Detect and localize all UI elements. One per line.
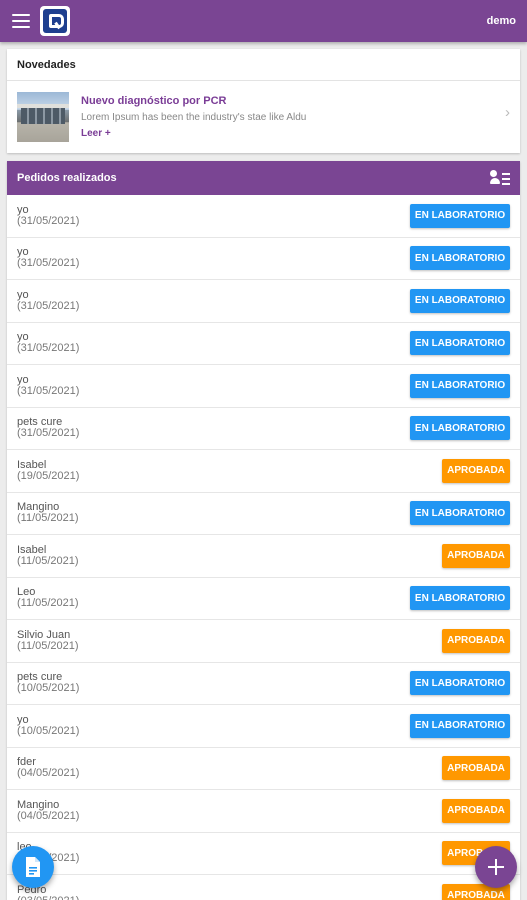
news-title: Nuevo diagnóstico por PCR <box>81 95 227 107</box>
read-more-link[interactable]: Leer + <box>81 128 481 139</box>
order-date: (19/05/2021) <box>17 469 80 482</box>
orders-list: yo (31/05/2021) EN LABORATORIO yo (31/05/202… <box>7 195 520 900</box>
user-name[interactable]: demo <box>487 15 516 27</box>
order-info: Isabel (19/05/2021) <box>17 459 80 482</box>
order-date: (11/05/2021) <box>17 512 79 525</box>
menu-icon[interactable] <box>12 14 30 28</box>
status-badge[interactable]: EN LABORATORIO <box>410 288 510 313</box>
add-fab[interactable] <box>475 846 517 888</box>
order-row[interactable]: Mangino (04/05/2021) APROBADA <box>7 790 520 833</box>
status-badge[interactable]: APROBADA <box>442 756 510 781</box>
order-info: pets cure (31/05/2021) <box>17 417 79 439</box>
order-date: (31/05/2021) <box>17 257 80 270</box>
app-bar: demo <box>0 0 527 42</box>
order-date: (31/05/2021) <box>17 427 80 440</box>
news-thumbnail <box>17 92 69 142</box>
order-date: (11/05/2021) <box>17 597 79 610</box>
order-row[interactable]: yo (31/05/2021) EN LABORATORIO <box>7 365 520 408</box>
order-row[interactable]: Pedro(03/05/2021)APROBADA <box>7 875 520 900</box>
status-badge[interactable]: APROBADA <box>442 543 510 568</box>
order-info: yo (31/05/2021) <box>17 374 80 397</box>
order-row[interactable]: Isabel (11/05/2021) APROBADA <box>7 535 520 578</box>
order-row[interactable]: pets cure (31/05/2021) EN LABORATORIO <box>7 408 520 450</box>
order-date: (31/05/2021) <box>17 214 80 227</box>
status-badge[interactable]: EN LABORATORIO <box>410 331 510 356</box>
order-info: Silvio Juan (11/05/2021) <box>17 629 79 652</box>
order-date: (04/05/2021) <box>17 809 80 822</box>
news-card: Novedades Nuevo diagnóstico por PCR Lore… <box>7 49 520 153</box>
order-date: (10/05/2021) <box>17 682 80 695</box>
order-row[interactable]: leo(04/05/2021)APROBADA <box>7 833 520 875</box>
order-row[interactable]: fder (04/05/2021) APROBADA <box>7 748 520 790</box>
status-badge[interactable]: EN LABORATORIO <box>410 246 510 271</box>
order-info: yo (10/05/2021) <box>17 714 80 737</box>
news-description: Lorem Ipsum has been the industry's stae… <box>81 112 307 123</box>
order-info: fder (04/05/2021) <box>17 757 79 779</box>
orders-title: Pedidos realizados <box>17 172 117 184</box>
order-row[interactable]: Leo (11/05/2021) EN LABORATORIO <box>7 578 520 620</box>
order-info: Mangino (11/05/2021) <box>17 502 79 524</box>
order-date: (31/05/2021) <box>17 384 80 397</box>
status-badge[interactable]: EN LABORATORIO <box>410 203 510 228</box>
news-item[interactable]: Nuevo diagnóstico por PCR Lorem Ipsum ha… <box>7 81 520 153</box>
order-row[interactable]: yo (31/05/2021) EN LABORATORIO <box>7 323 520 365</box>
status-badge[interactable]: APROBADA <box>442 458 510 483</box>
order-date: (04/05/2021) <box>17 767 80 780</box>
document-icon <box>26 857 40 877</box>
order-row[interactable]: yo (31/05/2021) EN LABORATORIO <box>7 238 520 280</box>
order-row[interactable]: pets cure (10/05/2021) EN LABORATORIO <box>7 663 520 705</box>
order-info: yo (31/05/2021) <box>17 204 80 227</box>
add-icon <box>488 859 504 875</box>
order-info: yo (31/05/2021) <box>17 332 79 354</box>
order-row[interactable]: Isabel (19/05/2021) APROBADA <box>7 450 520 493</box>
order-row[interactable]: yo (31/05/2021) EN LABORATORIO <box>7 280 520 323</box>
order-info: Leo (11/05/2021) <box>17 587 79 609</box>
order-date: (10/05/2021) <box>17 724 80 737</box>
order-date: (31/05/2021) <box>17 342 80 355</box>
order-row[interactable]: yo (31/05/2021) EN LABORATORIO <box>7 195 520 238</box>
order-date: (31/05/2021) <box>17 299 80 312</box>
chevron-right-icon: › <box>505 104 510 121</box>
order-row[interactable]: Mangino (11/05/2021) EN LABORATORIO <box>7 493 520 535</box>
user-filter-icon[interactable] <box>490 170 510 186</box>
order-info: pets cure (10/05/2021) <box>17 672 79 694</box>
orders-card: Pedidos realizados yo (31/05/2021) EN LABO… <box>7 161 520 900</box>
order-row[interactable]: Silvio Juan (11/05/2021) APROBADA <box>7 620 520 663</box>
order-info: yo (31/05/2021) <box>17 289 80 312</box>
news-heading: Novedades <box>7 49 520 81</box>
order-date: (11/05/2021) <box>17 554 79 567</box>
order-info: Isabel (11/05/2021) <box>17 544 79 567</box>
app-logo[interactable] <box>40 6 70 36</box>
status-badge[interactable]: EN LABORATORIO <box>410 416 510 441</box>
status-badge[interactable]: EN LABORATORIO <box>410 373 510 398</box>
orders-header: Pedidos realizados <box>7 161 520 195</box>
order-row[interactable]: yo (10/05/2021) EN LABORATORIO <box>7 705 520 748</box>
order-info: yo (31/05/2021) <box>17 247 79 269</box>
status-badge[interactable]: EN LABORATORIO <box>410 501 510 526</box>
order-date: (03/05/2021) <box>17 895 79 900</box>
status-badge[interactable]: APROBADA <box>442 628 510 653</box>
order-info: Mangino (04/05/2021) <box>17 799 80 822</box>
status-badge[interactable]: EN LABORATORIO <box>410 586 510 611</box>
order-date: (11/05/2021) <box>17 639 79 652</box>
status-badge[interactable]: APROBADA <box>442 798 510 823</box>
status-badge[interactable]: EN LABORATORIO <box>410 713 510 738</box>
status-badge[interactable]: EN LABORATORIO <box>410 671 510 696</box>
document-fab[interactable] <box>12 846 54 888</box>
